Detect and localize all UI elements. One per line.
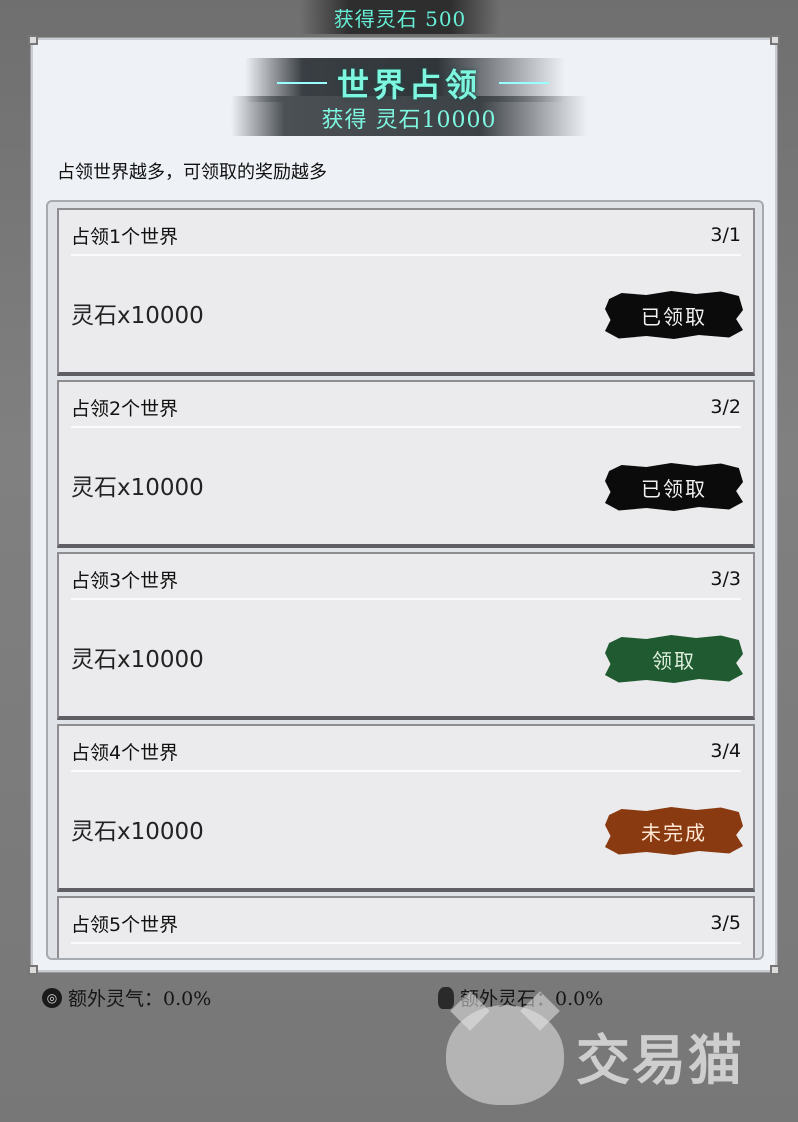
reward-progress: 3/1 xyxy=(710,224,741,246)
reward-progress: 3/3 xyxy=(710,568,741,590)
panel-corner xyxy=(770,35,780,45)
reward-card: 占领2个世界 3/2 灵石x10000 已领取 xyxy=(57,380,755,548)
top-banner-text: 获得灵石 500 xyxy=(333,6,467,31)
panel-corner xyxy=(28,965,38,975)
panel-description: 占领世界越多，可领取的奖励越多 xyxy=(57,162,327,183)
reward-task-name: 占领5个世界 xyxy=(71,913,179,936)
reward-amount: 灵石x10000 xyxy=(71,475,204,501)
reward-amount: 灵石x10000 xyxy=(71,303,204,329)
world-occupation-panel: 世界占领 获得 灵石10000 占领世界越多，可领取的奖励越多 占领1个世界 3… xyxy=(28,35,780,975)
reward-amount: 灵石x10000 xyxy=(71,819,204,845)
reward-task-name: 占领4个世界 xyxy=(71,741,179,764)
extra-qi-label: 额外灵气：0.0% xyxy=(68,988,212,1010)
reward-progress: 3/2 xyxy=(710,396,741,418)
reward-card-header: 占领5个世界 3/5 xyxy=(71,904,741,944)
reward-amount: 灵石x10000 xyxy=(71,647,204,673)
title-plate: 世界占领 获得 灵石10000 xyxy=(231,54,587,140)
reward-task-name: 占领2个世界 xyxy=(71,397,179,420)
panel-corner xyxy=(770,965,780,975)
reward-task-name: 占领1个世界 xyxy=(71,225,179,248)
cat-logo-icon xyxy=(446,1005,564,1105)
claimed-button[interactable]: 已领取 xyxy=(605,291,743,339)
panel-subtitle: 获得 灵石10000 xyxy=(321,108,497,133)
reward-card-header: 占领2个世界 3/2 xyxy=(71,388,741,428)
panel-corner xyxy=(28,35,38,45)
reward-progress: 3/4 xyxy=(710,740,741,762)
reward-list-frame[interactable]: 占领1个世界 3/1 灵石x10000 已领取 占领2个世界 3/2 灵石x10… xyxy=(46,200,764,960)
reward-card: 占领1个世界 3/1 灵石x10000 已领取 xyxy=(57,208,755,376)
incomplete-button[interactable]: 未完成 xyxy=(605,807,743,855)
claim-button[interactable]: 领取 xyxy=(605,635,743,683)
panel-title: 世界占领 xyxy=(336,66,481,104)
reward-card: 占领4个世界 3/4 灵石x10000 未完成 xyxy=(57,724,755,892)
watermark: 交易猫 xyxy=(446,1000,786,1110)
reward-card-header: 占领3个世界 3/3 xyxy=(71,560,741,600)
extra-qi-stat: ◎ 额外灵气：0.0% xyxy=(42,984,211,1011)
reward-progress: 3/5 xyxy=(710,912,741,934)
top-banner: 获得灵石 500 xyxy=(300,0,500,34)
reward-list[interactable]: 占领1个世界 3/1 灵石x10000 已领取 占领2个世界 3/2 灵石x10… xyxy=(57,208,755,958)
reward-task-name: 占领3个世界 xyxy=(71,569,179,592)
watermark-text: 交易猫 xyxy=(576,1028,744,1092)
reward-card: 占领3个世界 3/3 灵石x10000 领取 xyxy=(57,552,755,720)
reward-card: 占领5个世界 3/5 xyxy=(57,896,755,958)
reward-card-header: 占领4个世界 3/4 xyxy=(71,732,741,772)
claimed-button[interactable]: 已领取 xyxy=(605,463,743,511)
qi-swirl-icon: ◎ xyxy=(42,987,62,1008)
reward-card-header: 占领1个世界 3/1 xyxy=(71,216,741,256)
